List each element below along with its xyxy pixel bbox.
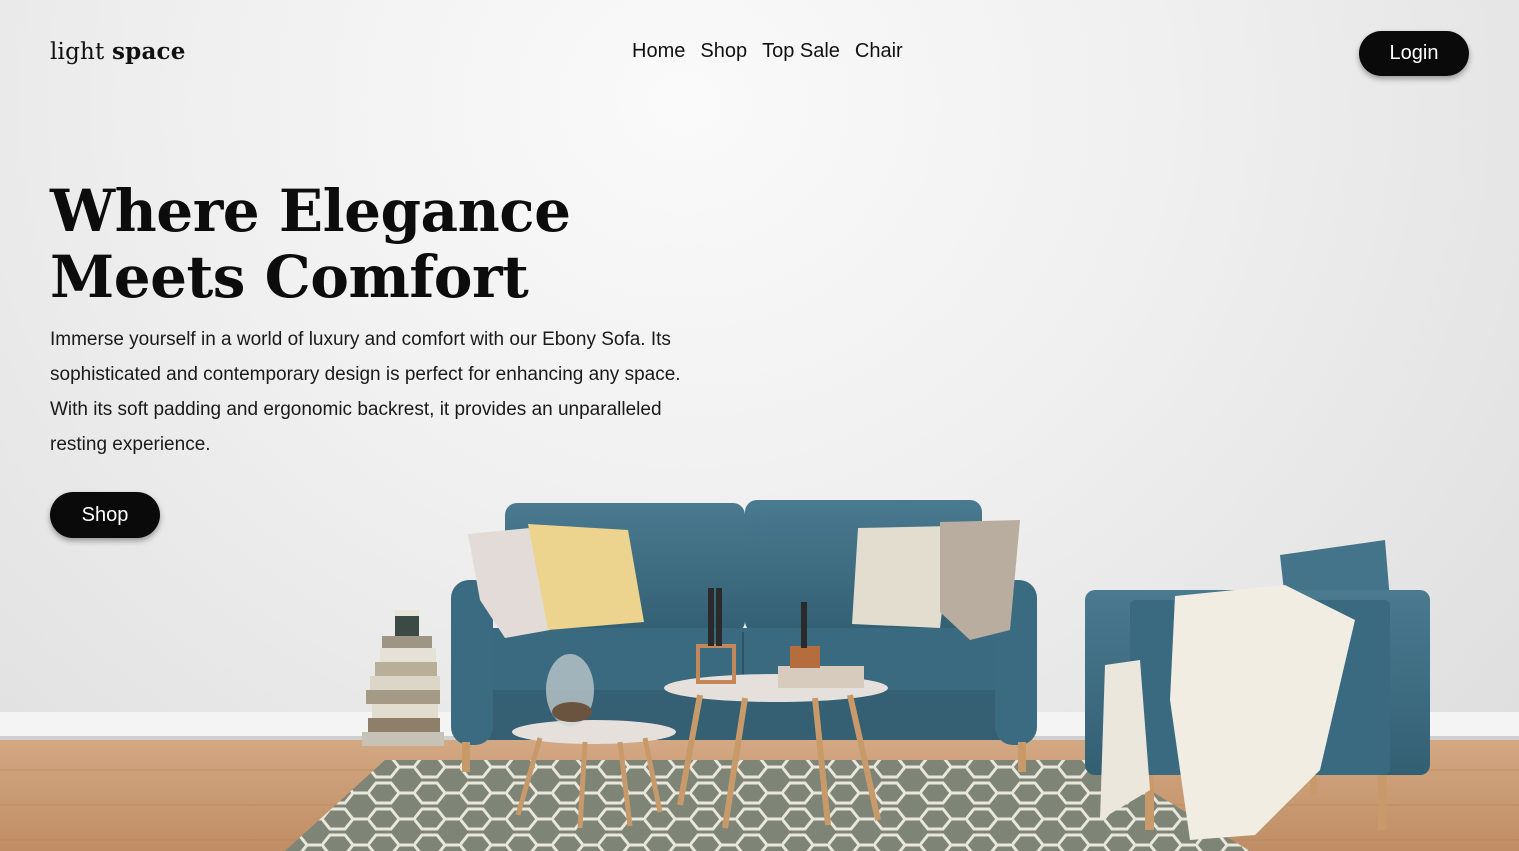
book-stack: [362, 610, 444, 746]
brand-logo[interactable]: light space: [50, 38, 186, 65]
hero-title: Where Elegance Meets Comfort: [50, 177, 571, 311]
armchair: [1085, 540, 1430, 840]
brand-logo-light: light: [50, 39, 105, 65]
main-nav: Home Shop Top Sale Chair: [632, 40, 903, 63]
brand-logo-bold: space: [112, 38, 186, 65]
nav-item-top-sale[interactable]: Top Sale: [762, 40, 840, 63]
shop-button[interactable]: Shop: [50, 492, 160, 538]
nav-item-shop[interactable]: Shop: [700, 40, 747, 63]
nav-item-home[interactable]: Home: [632, 40, 685, 63]
hero-description: Immerse yourself in a world of luxury an…: [50, 329, 681, 455]
nav-item-chair[interactable]: Chair: [855, 40, 903, 63]
login-button[interactable]: Login: [1359, 31, 1469, 76]
